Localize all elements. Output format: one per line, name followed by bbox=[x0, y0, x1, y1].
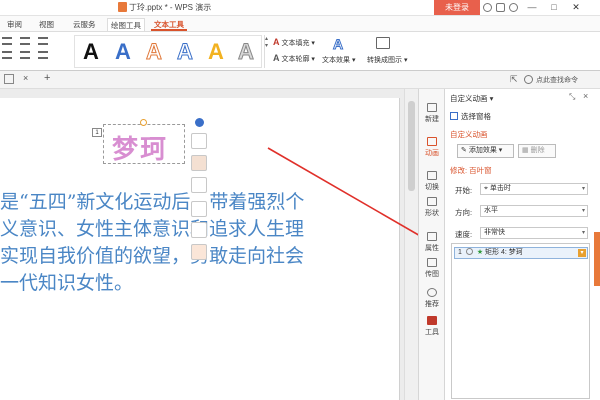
side-tool-property[interactable]: 属性 bbox=[419, 232, 445, 253]
chevron-down-icon: ▾ bbox=[581, 208, 585, 214]
new-icon bbox=[427, 103, 437, 112]
add-effect-button[interactable]: ✎ 添加效果 ▾ bbox=[457, 144, 514, 158]
panel-pin-icon[interactable]: ⤡ bbox=[569, 92, 575, 102]
mouse-icon: ⌖ bbox=[484, 185, 488, 192]
pencil-icon: ✎ bbox=[461, 147, 467, 154]
animation-icon bbox=[427, 137, 437, 146]
modify-label: 修改: 百叶窗 bbox=[450, 166, 492, 175]
side-tool-bar: 新建 动画 切换 形状 属性 传图 推荐 工具 bbox=[418, 89, 445, 400]
recommend-icon bbox=[427, 288, 437, 297]
effect-star-icon: ★ bbox=[476, 249, 484, 256]
selection-pane-icon bbox=[450, 112, 458, 120]
chevron-down-icon: ▾ bbox=[581, 186, 585, 192]
side-tool-new[interactable]: 新建 bbox=[419, 103, 445, 124]
side-tool-upload-image[interactable]: 传图 bbox=[419, 258, 445, 279]
delete-icon: ▦ bbox=[522, 147, 529, 154]
direction-dropdown[interactable]: 水平 ▾ bbox=[480, 205, 588, 217]
shape-icon bbox=[427, 197, 437, 206]
direction-label: 方向: bbox=[455, 208, 473, 217]
panel-title: 自定义动画 ▾ bbox=[450, 94, 494, 103]
side-tool-recommend[interactable]: 推荐 bbox=[419, 288, 445, 309]
panel-close-icon[interactable]: × bbox=[583, 91, 588, 101]
section-custom-animation: 自定义动画 bbox=[450, 130, 488, 139]
start-label: 开始: bbox=[455, 186, 473, 195]
transition-icon bbox=[427, 171, 437, 180]
side-tool-animation[interactable]: 动画 bbox=[419, 137, 445, 158]
click-trigger-icon bbox=[465, 248, 473, 255]
property-icon bbox=[427, 232, 437, 241]
start-dropdown[interactable]: ⌖ 单击时 ▾ bbox=[480, 183, 588, 195]
list-item-order: 1 bbox=[458, 249, 462, 256]
upload-image-icon bbox=[427, 258, 437, 267]
list-item-dropdown-icon[interactable]: ▾ bbox=[578, 249, 586, 257]
animation-list-item[interactable]: 1 ★ 矩形 4: 梦珂 ▾ bbox=[454, 247, 588, 259]
animation-list: 1 ★ 矩形 4: 梦珂 ▾ bbox=[451, 243, 590, 399]
side-tool-toolbox[interactable]: 工具 bbox=[419, 316, 445, 337]
speed-label: 速度: bbox=[455, 230, 473, 239]
selection-pane-link[interactable]: 选择窗格 bbox=[450, 111, 491, 122]
custom-animation-panel: 自定义动画 ▾ ⤡ × 选择窗格 自定义动画 ✎ 添加效果 ▾ ▦ 删除 修改:… bbox=[445, 89, 600, 400]
side-tool-transition[interactable]: 切换 bbox=[419, 171, 445, 192]
chevron-down-icon: ▾ bbox=[581, 230, 585, 236]
delete-button[interactable]: ▦ 删除 bbox=[518, 144, 556, 158]
speed-dropdown[interactable]: 非常快 ▾ bbox=[480, 227, 588, 239]
side-tool-shape[interactable]: 形状 bbox=[419, 197, 445, 218]
panel-edge-handle[interactable] bbox=[594, 232, 600, 286]
toolbox-icon bbox=[427, 316, 437, 325]
